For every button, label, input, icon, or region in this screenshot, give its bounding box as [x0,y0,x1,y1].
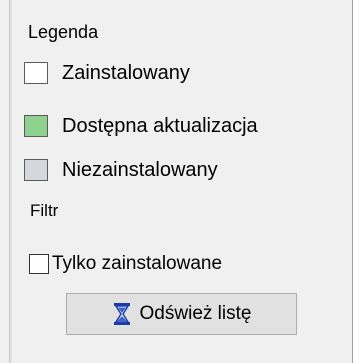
installed-only-label[interactable]: Tylko zainstalowane [52,253,222,275]
legend-swatch-not-installed [24,159,48,181]
legend-label-update-available: Dostępna aktualizacja [62,114,258,137]
legend-swatch-update-available [24,115,48,137]
legend-label-installed: Zainstalowany [62,61,190,84]
hourglass-icon [113,303,130,325]
legend-item-update-available: Dostępna aktualizacja [24,113,258,139]
installed-only-checkbox[interactable] [29,254,49,274]
legend-swatch-installed [24,62,48,84]
legend-title: Legenda [28,22,99,42]
legend-item-not-installed: Niezainstalowany [24,157,218,183]
panel-left-border [9,0,12,363]
refresh-list-button[interactable]: Odśwież listę [66,293,297,335]
installed-only-checkbox-row[interactable]: Tylko zainstalowane [29,253,222,275]
refresh-list-label: Odśwież listę [139,303,252,324]
filter-title: Filtr [30,201,59,220]
legend-item-installed: Zainstalowany [24,60,190,86]
legend-label-not-installed: Niezainstalowany [62,158,218,181]
